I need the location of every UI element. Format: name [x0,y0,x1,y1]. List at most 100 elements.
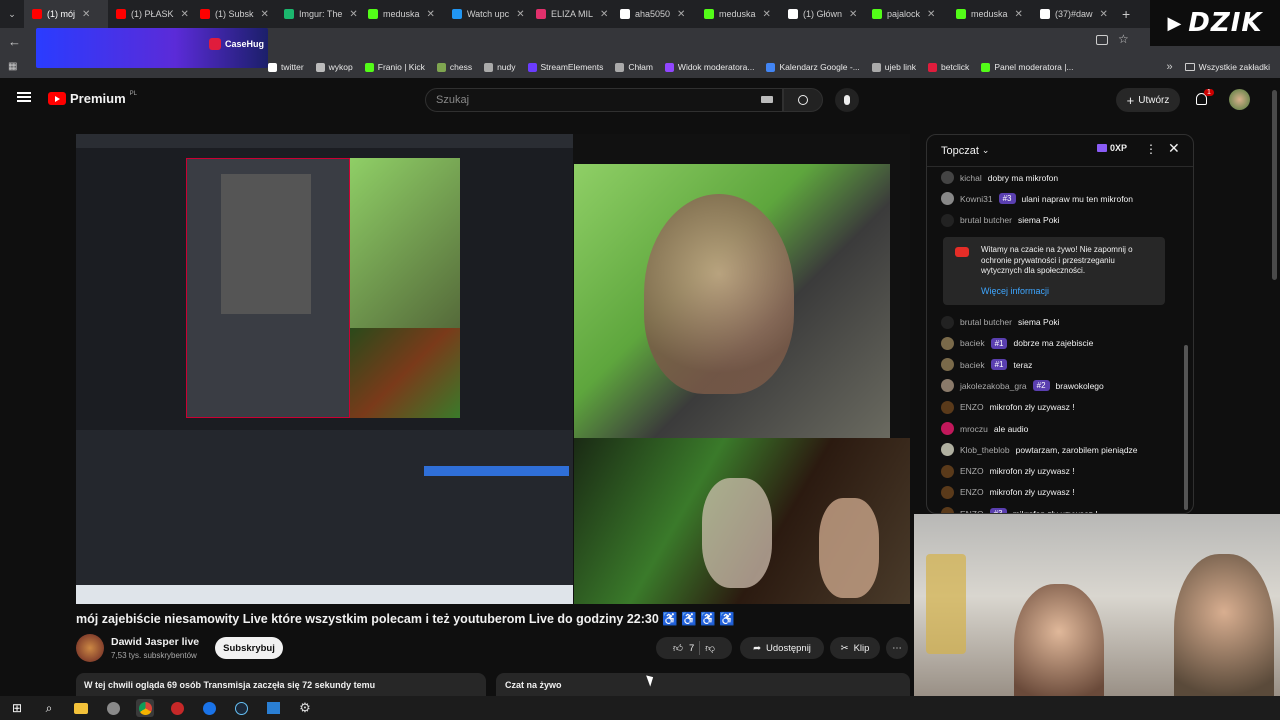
more-bookmarks-button[interactable]: » [1167,61,1173,73]
close-tab-icon[interactable]: ✕ [427,9,435,20]
close-tab-icon[interactable]: ✕ [927,9,935,20]
dislike-button[interactable]: 👎︎ [705,642,715,654]
bookmark-item[interactable]: ujeb link [871,62,916,72]
bookmark-item[interactable]: Kalendarz Google -... [766,62,860,72]
chrome-icon[interactable] [136,699,154,717]
close-tab-icon[interactable]: ✕ [677,9,685,20]
page-scrollbar[interactable] [1272,90,1277,280]
more-info-link[interactable]: Więcej informacji [981,285,1155,297]
chat-message[interactable]: ENZO mikrofon zły uzywasz ! [927,461,1193,482]
notifications-button[interactable]: 1 [1194,89,1214,110]
channel-avatar[interactable] [76,634,104,662]
chat-author[interactable]: jakolezakoba_gra [960,381,1027,391]
bookmark-item[interactable]: wykop [315,62,353,72]
chat-avatar[interactable] [941,422,954,436]
keyboard-icon[interactable] [761,96,773,103]
chat-message[interactable]: brutal butcher siema Poki [927,210,1193,231]
app-icon[interactable] [104,699,122,717]
windows-start-icon[interactable]: ⊞ [8,699,26,717]
share-button[interactable]: ➦ Udostępnij [740,637,824,659]
voice-search-button[interactable] [835,88,859,112]
chat-avatar[interactable] [941,507,954,513]
bookmark-item[interactable]: Widok moderatora... [664,62,754,72]
close-tab-icon[interactable]: ✕ [181,9,189,20]
chat-message[interactable]: ENZO mikrofon zły uzywasz ! [927,482,1193,503]
browser-icon[interactable] [200,699,218,717]
chat-avatar[interactable] [941,464,954,478]
chat-author[interactable]: Kowni31 [960,194,993,204]
star-bookmark-icon[interactable]: ☆ [1118,32,1129,46]
chat-message[interactable]: baciek #1 teraz [927,354,1193,375]
close-tab-icon[interactable]: ✕ [82,9,90,20]
chat-author[interactable]: baciek [960,360,985,370]
chat-scrollbar[interactable] [1184,345,1188,510]
bookmark-item[interactable]: Franio | Kick [364,62,425,72]
close-tab-icon[interactable]: ✕ [516,9,524,20]
close-icon[interactable]: ✕ [1168,140,1180,157]
chat-avatar[interactable] [941,192,954,206]
chat-message[interactable]: Kowni31 #3 ulani napraw mu ten mikrofon [927,188,1193,209]
chat-author[interactable]: kichal [960,173,982,183]
more-actions-button[interactable]: ⋯ [886,637,908,659]
chat-message[interactable]: Klob_theblob powtarzam, zarobilem pieniąd… [927,439,1193,460]
chat-avatar[interactable] [941,171,954,185]
chat-avatar[interactable] [941,213,954,227]
description-box[interactable]: W tej chwili ogląda 69 osób Transmisja z… [76,673,486,697]
chat-message[interactable]: brutal butcher siema Poki [927,311,1193,332]
obs-icon[interactable] [168,699,186,717]
browser-tab[interactable]: Imgur: The ✕ [276,0,360,28]
file-explorer-icon[interactable] [72,699,90,717]
browser-tab[interactable]: meduska ✕ [696,0,780,28]
channel-name[interactable]: Dawid Jasper live [111,636,199,648]
create-button[interactable]: + Utwórz [1116,88,1180,112]
tab-search-menu[interactable]: ⌄ [0,0,24,28]
chat-avatar[interactable] [941,400,954,414]
browser-tab[interactable]: ELIZA MIL ✕ [528,0,612,28]
browser-tab[interactable]: (37)#daw ✕ [1032,0,1116,28]
search-icon[interactable]: ⌕ [40,699,58,717]
browser-tab[interactable]: pajalock ✕ [864,0,948,28]
install-app-icon[interactable] [1096,35,1108,45]
browser-tab[interactable]: aha5050 ✕ [612,0,696,28]
search-input[interactable]: Szukaj [425,88,783,112]
hamburger-menu-icon[interactable] [17,92,31,102]
chat-mode-selector[interactable]: Topczat ⌄ [941,145,989,157]
bookmark-item[interactable]: betclick [927,62,969,72]
subscribe-button[interactable]: Subskrybuj [215,637,283,659]
chat-author[interactable]: mroczu [960,424,988,434]
bookmark-item[interactable]: StreamElements [527,62,603,72]
close-tab-icon[interactable]: ✕ [1015,9,1023,20]
chat-author[interactable]: ENZO [960,487,984,497]
like-button[interactable]: 👍︎ 7 [673,642,694,655]
chat-author[interactable]: baciek [960,338,985,348]
bookmark-item[interactable]: chess [436,62,472,72]
chat-avatar[interactable] [941,379,954,393]
youtube-logo[interactable]: Premium PL [48,91,137,106]
close-tab-icon[interactable]: ✕ [349,9,357,20]
points-badge[interactable]: 0XP [1097,143,1127,153]
browser-tab[interactable]: (1) mój ✕ [24,0,108,28]
chat-author[interactable]: ENZO [960,402,984,412]
all-bookmarks-folder[interactable]: Wszystkie zakładki [1184,62,1270,72]
steam-icon[interactable] [232,699,250,717]
chat-avatar[interactable] [941,315,954,329]
chat-avatar[interactable] [941,485,954,499]
bookmark-item[interactable]: Panel moderatora |... [981,62,1074,72]
close-tab-icon[interactable]: ✕ [849,9,857,20]
browser-tab[interactable]: (1) Subsk ✕ [192,0,276,28]
chat-author[interactable]: Klob_theblob [960,445,1010,455]
chat-message[interactable]: jakolezakoba_gra #2 brawokolego [927,375,1193,396]
settings-gear-icon[interactable]: ⚙ [296,699,314,717]
close-tab-icon[interactable]: ✕ [261,9,269,20]
browser-tab[interactable]: meduska ✕ [948,0,1032,28]
browser-tab[interactable]: (1) Główn ✕ [780,0,864,28]
window-app-icon[interactable] [264,699,282,717]
chat-message[interactable]: kichal dobry ma mikrofon [927,167,1193,188]
bookmark-item[interactable]: Chłam [615,62,653,72]
clip-button[interactable]: ✂ Klip [830,637,880,659]
browser-tab[interactable]: (1) PŁASK ✕ [108,0,192,28]
close-tab-icon[interactable]: ✕ [763,9,771,20]
chat-avatar[interactable] [941,358,954,372]
back-arrow-icon[interactable]: ← [8,34,21,49]
video-player[interactable] [76,134,910,604]
